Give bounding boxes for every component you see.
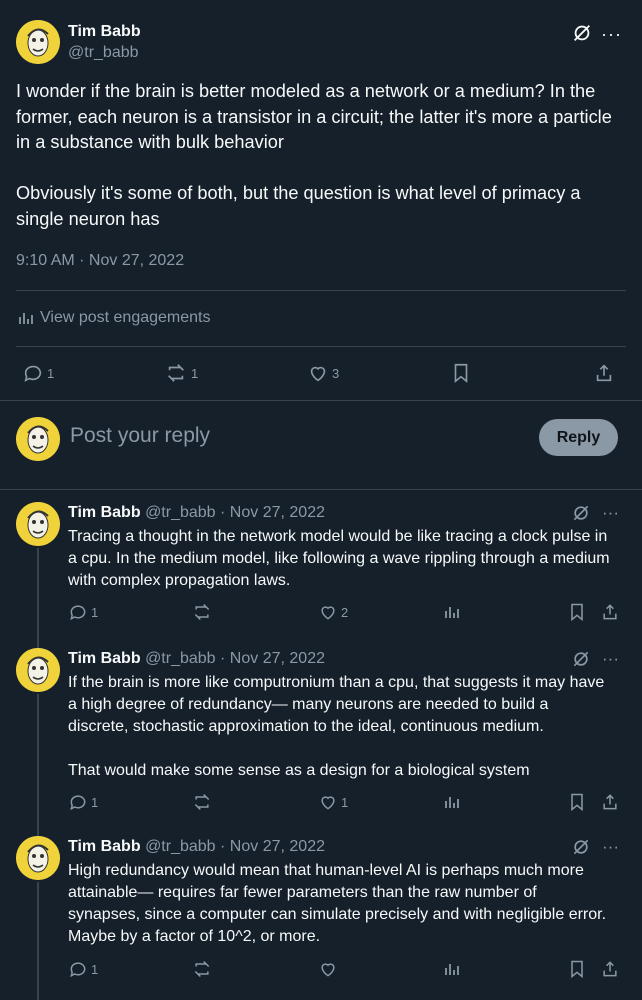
reply-handle[interactable]: @tr_babb	[145, 504, 216, 521]
analytics-icon	[16, 308, 36, 328]
thread-reply[interactable]: Tim Babb @tr_babb · Nov 27, 2022 ··· If …	[0, 636, 642, 821]
more-options-icon[interactable]: ···	[602, 837, 619, 857]
reply-count: 1	[47, 365, 55, 381]
divider	[0, 400, 642, 401]
reply-avatar[interactable]	[16, 502, 60, 546]
analytics-icon	[442, 959, 462, 979]
share-icon	[600, 602, 620, 622]
share-action[interactable]	[600, 959, 620, 979]
reply-icon	[68, 959, 88, 979]
grok-icon[interactable]	[571, 837, 591, 857]
reply-date[interactable]: · Nov 27, 2022	[220, 650, 325, 667]
share-action[interactable]	[600, 792, 620, 812]
bookmark-icon	[450, 362, 472, 384]
reply-action[interactable]: 1	[22, 362, 54, 384]
heart-icon	[318, 959, 338, 979]
reply-count: 1	[91, 604, 99, 620]
analytics-action[interactable]	[442, 602, 462, 622]
author-avatar[interactable]	[16, 20, 60, 64]
reply-header: Tim Babb @tr_babb · Nov 27, 2022	[68, 838, 325, 856]
analytics-action[interactable]	[442, 792, 462, 812]
view-engagements-link[interactable]: View post engagements	[16, 308, 210, 328]
current-user-avatar[interactable]	[16, 417, 60, 461]
share-icon	[600, 792, 620, 812]
thread-reply[interactable]: Tim Babb @tr_babb · Nov 27, 2022 ··· Hig…	[0, 824, 642, 1000]
share-icon	[600, 959, 620, 979]
repost-action[interactable]: 1	[164, 362, 198, 384]
like-count: 2	[341, 604, 349, 620]
reply-date[interactable]: · Nov 27, 2022	[220, 504, 325, 521]
more-options-icon[interactable]: ···	[602, 503, 619, 523]
divider	[16, 346, 626, 347]
repost-icon	[191, 792, 213, 812]
share-icon	[593, 362, 615, 384]
repost-icon	[191, 602, 213, 622]
reply-count: 1	[91, 794, 99, 810]
reply-text: Tracing a thought in the network model w…	[68, 528, 615, 589]
like-action[interactable]: 3	[307, 362, 339, 384]
author-handle[interactable]: @tr_babb	[68, 44, 139, 62]
bookmark-action[interactable]	[450, 362, 472, 384]
reply-avatar[interactable]	[16, 648, 60, 692]
like-action[interactable]: 2	[318, 602, 348, 622]
grok-icon[interactable]	[571, 22, 593, 44]
reply-text: If the brain is more like computronium t…	[68, 674, 605, 779]
reply-avatar[interactable]	[16, 836, 60, 880]
reply-text: High redundancy would mean that human-le…	[68, 862, 611, 945]
repost-icon	[164, 362, 188, 384]
bookmark-icon	[567, 792, 587, 812]
like-action[interactable]: 1	[318, 792, 348, 812]
share-action[interactable]	[600, 602, 620, 622]
tweet-timestamp[interactable]: 9:10 AM · Nov 27, 2022	[16, 252, 184, 270]
grok-icon[interactable]	[571, 503, 591, 523]
divider	[16, 290, 626, 291]
grok-icon[interactable]	[571, 649, 591, 669]
heart-icon	[318, 602, 338, 622]
author-name[interactable]: Tim Babb	[68, 23, 141, 41]
reply-icon	[68, 792, 88, 812]
reply-icon	[68, 602, 88, 622]
bookmark-action[interactable]	[567, 792, 587, 812]
bookmark-icon	[567, 602, 587, 622]
repost-action[interactable]	[191, 602, 213, 622]
reply-handle[interactable]: @tr_babb	[145, 838, 216, 855]
view-engagements-label: View post engagements	[40, 309, 211, 326]
share-action[interactable]	[593, 362, 615, 384]
reply-action[interactable]: 1	[68, 959, 98, 979]
repost-count: 1	[191, 365, 199, 381]
heart-icon	[307, 362, 329, 384]
reply-count: 1	[91, 961, 99, 977]
reply-date[interactable]: · Nov 27, 2022	[220, 838, 325, 855]
bookmark-action[interactable]	[567, 602, 587, 622]
repost-action[interactable]	[191, 959, 213, 979]
analytics-icon	[442, 602, 462, 622]
more-options-icon[interactable]: ···	[602, 649, 619, 669]
reply-icon	[22, 362, 44, 384]
more-options-icon[interactable]: ···	[601, 24, 622, 45]
reply-action[interactable]: 1	[68, 602, 98, 622]
reply-button[interactable]: Reply	[539, 419, 618, 456]
reply-header: Tim Babb @tr_babb · Nov 27, 2022	[68, 504, 325, 522]
bookmark-action[interactable]	[567, 959, 587, 979]
reply-author-name[interactable]: Tim Babb	[68, 504, 141, 521]
like-count: 3	[332, 365, 340, 381]
reply-handle[interactable]: @tr_babb	[145, 650, 216, 667]
reply-input[interactable]: Post your reply	[70, 424, 210, 448]
reply-action[interactable]: 1	[68, 792, 98, 812]
heart-icon	[318, 792, 338, 812]
like-count: 1	[341, 794, 349, 810]
bookmark-icon	[567, 959, 587, 979]
reply-author-name[interactable]: Tim Babb	[68, 650, 141, 667]
like-action[interactable]	[318, 959, 341, 979]
reply-header: Tim Babb @tr_babb · Nov 27, 2022	[68, 650, 325, 668]
repost-icon	[191, 959, 213, 979]
main-tweet-text: I wonder if the brain is better modeled …	[16, 81, 612, 229]
repost-action[interactable]	[191, 792, 213, 812]
analytics-action[interactable]	[442, 959, 462, 979]
thread-reply[interactable]: Tim Babb @tr_babb · Nov 27, 2022 ··· Tra…	[0, 490, 642, 630]
analytics-icon	[442, 792, 462, 812]
reply-author-name[interactable]: Tim Babb	[68, 838, 141, 855]
